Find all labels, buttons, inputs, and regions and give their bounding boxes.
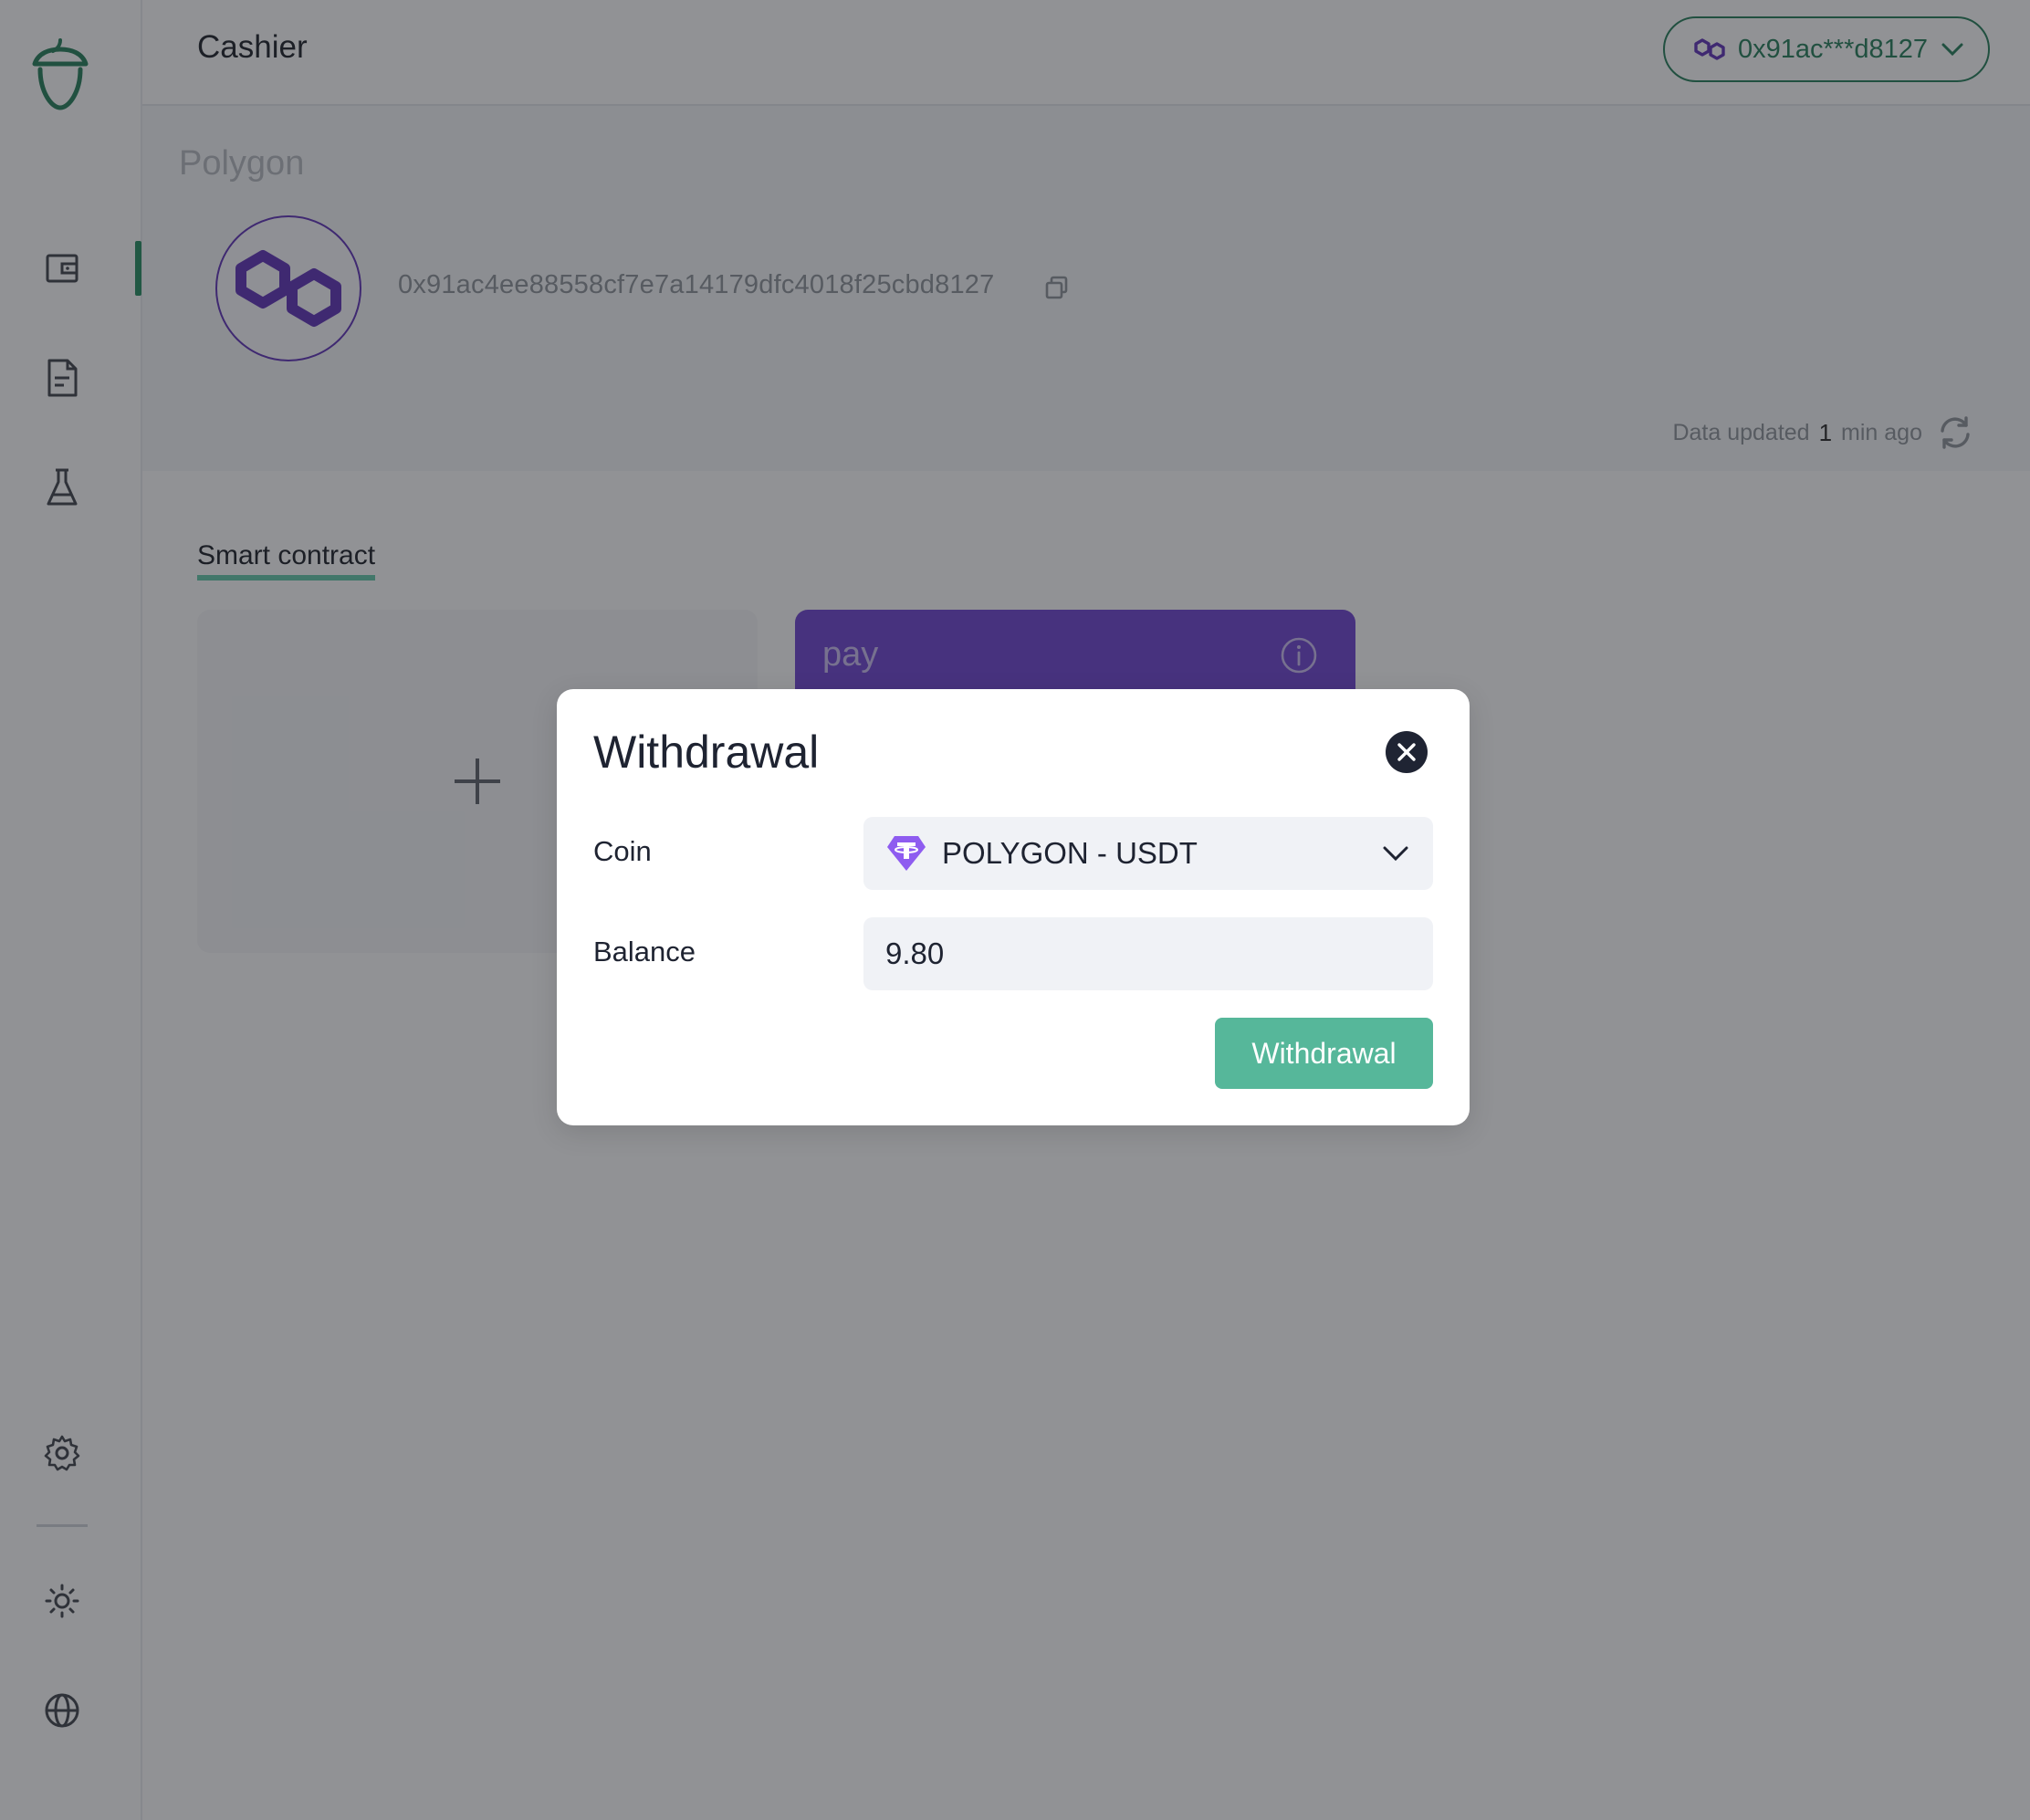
coin-select-value: POLYGON - USDT (942, 836, 1198, 870)
close-button[interactable] (1386, 731, 1428, 773)
balance-label: Balance (593, 936, 696, 968)
withdrawal-modal: Withdrawal Coin POLYGON - USDT Balance W… (557, 689, 1470, 1125)
coin-label: Coin (593, 835, 652, 867)
close-icon (1397, 743, 1416, 761)
chevron-down-icon (1383, 846, 1408, 862)
coin-select[interactable]: POLYGON - USDT (863, 817, 1433, 890)
withdrawal-submit-button[interactable]: Withdrawal (1215, 1018, 1433, 1089)
modal-title: Withdrawal (593, 727, 820, 778)
usdt-icon (887, 836, 926, 871)
balance-input[interactable] (863, 917, 1433, 990)
